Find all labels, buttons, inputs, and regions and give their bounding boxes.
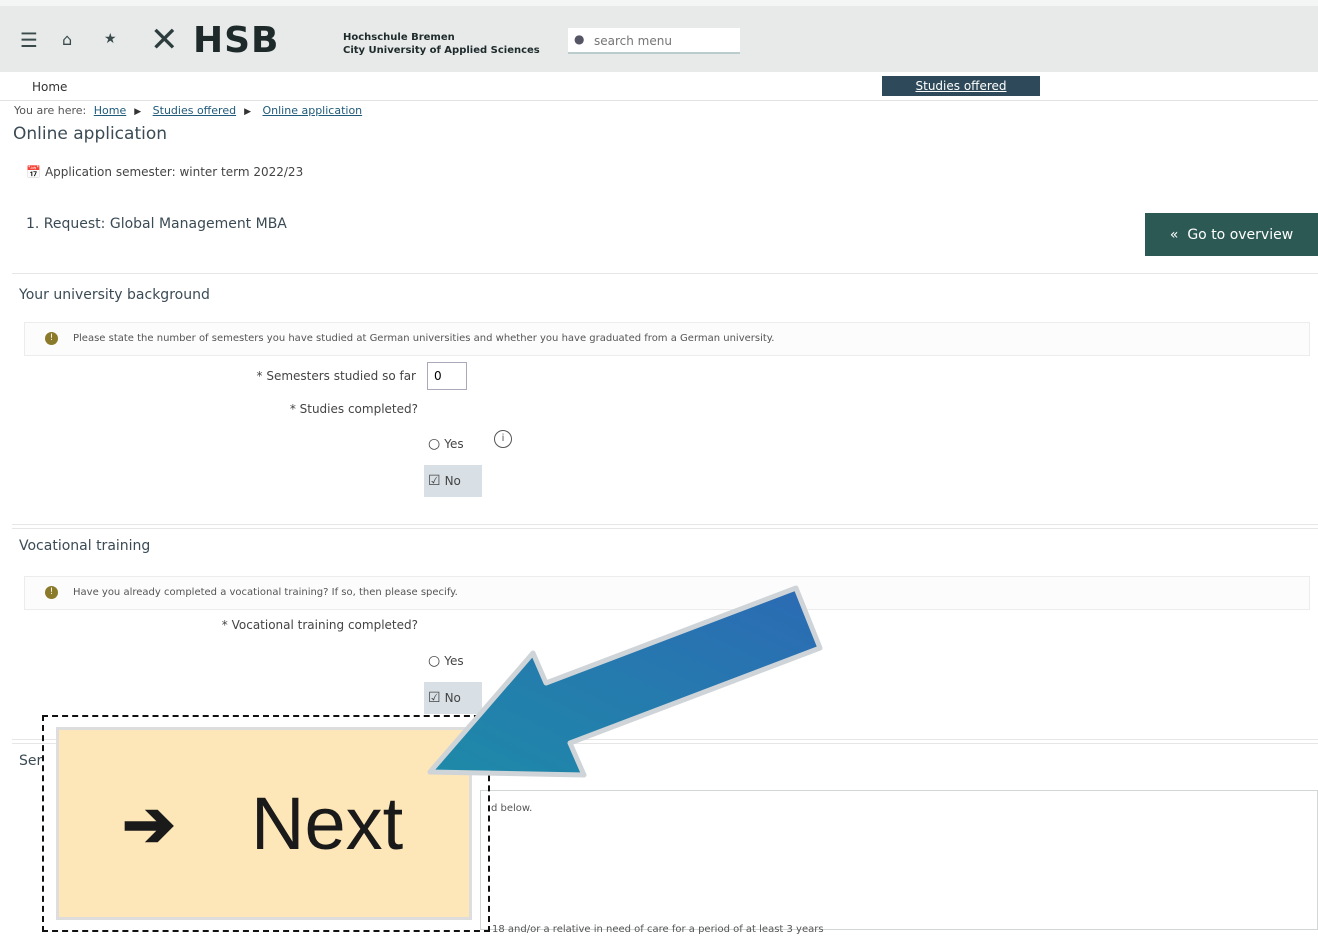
double-chevron-left-icon: « [1169,227,1179,243]
top-bar: ☰ ⌂ ★ ✕ HSB Hochschule Bremen City Unive… [0,0,1318,72]
panel-title: Ser [19,753,43,769]
search-icon: ● [574,32,585,46]
section-text: d below. [491,803,533,814]
breadcrumb-prefix: You are here: [14,104,87,117]
university-name-line2: City University of Applied Sciences [343,45,540,56]
hamburger-icon[interactable]: ☰ [20,28,38,52]
vocational-completed-no[interactable]: ☑ No [424,682,482,714]
nav-home[interactable]: Home [32,80,67,94]
studies-completed-no[interactable]: ☑ No [424,465,482,497]
panel-title: Vocational training [19,538,151,554]
semesters-label: * Semesters studied so far [256,369,416,383]
semester-text: Application semester: winter term 2022/2… [44,165,304,179]
chevron-right-icon: ▶ [244,107,251,117]
breadcrumb: You are here: Home ▶ Studies offered ▶ Onl… [14,104,366,117]
university-name: Hochschule Bremen City University of App… [343,31,540,57]
checked-radio-icon: ☑ [428,690,441,706]
info-box: ! Have you already completed a vocationa… [24,576,1310,610]
nav-bar: Home Studies offered [0,72,1318,101]
search-box[interactable]: ● [568,28,740,54]
application-semester: 📅 Application semester: winter term 2022/… [26,165,303,179]
panel-title: Your university background [19,287,210,303]
radio-label: No [444,691,461,705]
university-background-panel: Your university background ! Please stat… [12,273,1318,525]
go-to-overview-label: Go to overview [1187,227,1294,243]
info-text: Please state the number of semesters you… [73,333,775,344]
go-to-overview-button[interactable]: « Go to overview [1145,213,1318,256]
checked-radio-icon: ☑ [428,473,441,489]
help-icon[interactable]: i [494,430,512,448]
logo-icon: ✕ [150,20,179,60]
breadcrumb-studies-offered[interactable]: Studies offered [153,104,236,117]
studies-completed-yes[interactable]: ○ Yes [424,428,468,460]
studies-completed-label: * Studies completed? [289,402,418,416]
semesters-input[interactable] [427,362,467,390]
arrow-right-icon: ➔ [122,788,176,860]
search-input[interactable] [592,31,736,51]
radio-label: Yes [444,654,464,668]
vocational-training-panel: Vocational training ! Have you already c… [12,528,1318,740]
vocational-completed-label: * Vocational training completed? [221,618,418,632]
chevron-right-icon: ▶ [134,107,142,117]
page-title: Online application [13,124,168,144]
info-icon: ! [45,586,58,599]
info-box: ! Please state the number of semesters y… [24,322,1310,356]
home-icon[interactable]: ⌂ [62,30,72,49]
radio-label: Yes [444,437,464,451]
info-icon: ! [45,332,58,345]
info-box [480,790,1318,930]
request-title: 1. Request: Global Management MBA [26,216,287,232]
info-text: Have you already completed a vocational … [73,587,458,598]
radio-label: No [444,474,461,488]
star-icon[interactable]: ★ [104,31,117,47]
calendar-icon: 📅 [26,165,41,179]
next-label: Next [251,782,404,865]
tab-studies-offered[interactable]: Studies offered [882,76,1040,96]
radio-icon: ○ [428,436,441,452]
breadcrumb-home[interactable]: Home [94,104,126,117]
vocational-completed-yes[interactable]: ○ Yes [424,645,468,677]
logo-text: HSB [193,20,280,61]
next-button[interactable]: ➔ Next [56,727,472,920]
breadcrumb-online-application[interactable]: Online application [263,104,363,117]
university-name-line1: Hochschule Bremen [343,32,455,43]
section-bottom-text: 18 and/or a relative in need of care for… [492,924,824,935]
radio-icon: ○ [428,653,441,669]
